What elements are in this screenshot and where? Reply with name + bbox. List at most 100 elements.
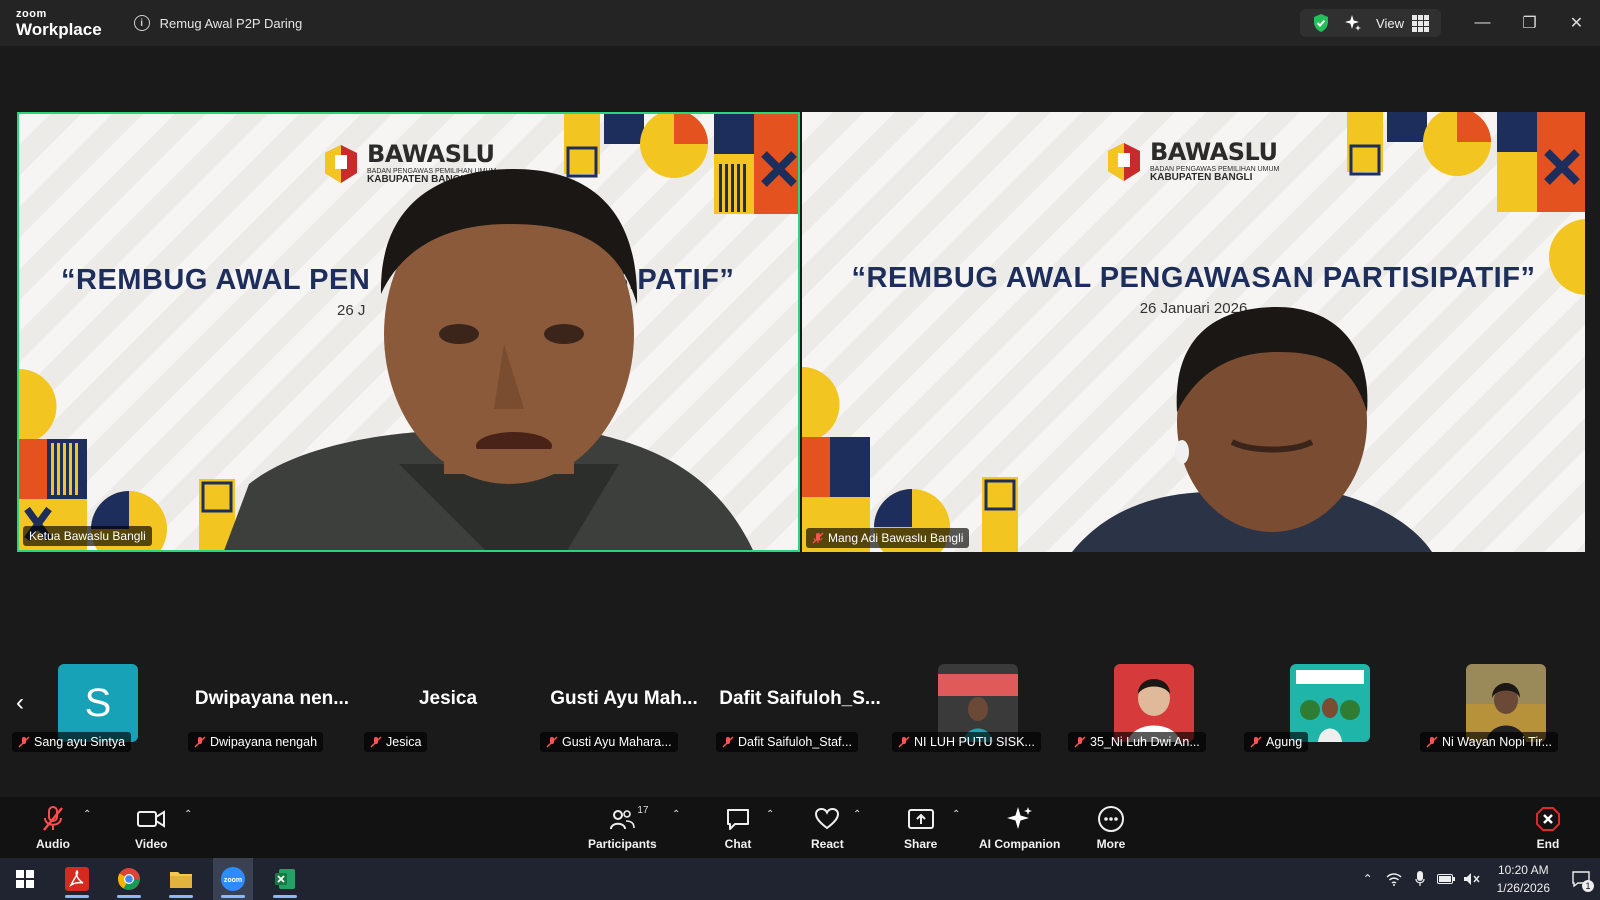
participant-filmstrip: ‹ S Sang ayu Sintya Dwipayana nen... Dwi… [0, 660, 1600, 760]
zoom-workplace-logo: zoom Workplace [16, 7, 102, 39]
banner-decoration [802, 367, 1018, 552]
video-camera-icon [136, 805, 166, 833]
video-options-caret[interactable]: ⌃ [184, 809, 196, 820]
battery-icon[interactable] [1436, 870, 1455, 888]
view-label: View [1376, 15, 1404, 31]
participant-tile[interactable]: Dwipayana nen... Dwipayana nengah [188, 664, 356, 756]
ai-sparkle-icon [1005, 805, 1035, 833]
participant-label: NI LUH PUTU SISK... [892, 732, 1041, 752]
participant-video-thumb [1114, 664, 1194, 742]
participant-video-thumb [938, 664, 1018, 742]
clock-date: 1/26/2026 [1496, 881, 1550, 895]
wifi-icon[interactable] [1385, 870, 1403, 888]
muted-mic-icon [1426, 736, 1438, 748]
org-region: KABUPATEN BANGLI [1150, 172, 1253, 183]
participant-name: Mang Adi Bawaslu Bangli [828, 531, 964, 545]
org-name: BAWASLU [1150, 138, 1278, 166]
video-name-tag: Mang Adi Bawaslu Bangli [806, 528, 970, 548]
org-name: BAWASLU [367, 140, 495, 168]
video-tile[interactable]: BAWASLU BADAN PENGAWAS PEMILIHAN UMUM KA… [802, 112, 1585, 552]
muted-mic-icon [898, 736, 910, 748]
heart-icon [812, 805, 842, 833]
shield-check-icon[interactable] [1312, 13, 1330, 33]
muted-mic-icon [18, 736, 30, 748]
chat-options-caret[interactable]: ⌃ [766, 809, 778, 820]
participant-label: 35_Ni Luh Dwi An... [1068, 732, 1206, 752]
muted-mic-icon [194, 736, 206, 748]
microphone-icon[interactable] [1411, 870, 1429, 888]
chevron-up-icon[interactable]: ⌃ [1359, 870, 1377, 888]
audio-options-caret[interactable]: ⌃ [83, 809, 95, 820]
participant-display-name: Dwipayana nen... [194, 688, 350, 709]
audio-button[interactable]: Audio [36, 805, 70, 851]
participant-video-thumb [1466, 664, 1546, 742]
grid-icon [1412, 14, 1429, 32]
close-button[interactable]: ✕ [1553, 0, 1600, 46]
start-button[interactable] [5, 858, 45, 900]
security-pill[interactable]: View [1300, 9, 1441, 37]
participants-count: 17 [637, 805, 649, 816]
react-options-caret[interactable]: ⌃ [853, 809, 865, 820]
volume-muted-icon[interactable] [1463, 870, 1481, 888]
share-button[interactable]: Share [904, 805, 937, 851]
react-button[interactable]: React [811, 805, 844, 851]
participant-name: Ketua Bawaslu Bangli [29, 529, 146, 543]
video-button[interactable]: Video [135, 805, 167, 851]
taskbar-acrobat[interactable] [57, 858, 97, 900]
brand-large: Workplace [16, 19, 102, 39]
meeting-info[interactable]: i Remug Awal P2P Daring [133, 15, 302, 31]
more-button[interactable]: More [1096, 805, 1126, 851]
participant-label: Gusti Ayu Mahara... [540, 732, 678, 752]
taskbar-file-explorer[interactable] [161, 858, 201, 900]
participant-tile[interactable]: Gusti Ayu Mah... Gusti Ayu Mahara... [540, 664, 708, 756]
chat-button[interactable]: Chat [723, 805, 753, 851]
participant-display-name: Jesica [418, 688, 478, 709]
view-button[interactable]: View [1376, 14, 1429, 32]
clock-time: 10:20 AM [1497, 863, 1549, 877]
windows-logo-icon [16, 870, 34, 888]
notification-icon[interactable]: 1 [1572, 870, 1594, 892]
participants-button[interactable]: 17 Participants [588, 805, 657, 851]
restore-button[interactable]: ❐ [1506, 0, 1553, 46]
participant-tile[interactable]: S Sang ayu Sintya [12, 664, 180, 756]
meeting-toolbar: Audio ⌃ Video ⌃ 17 Participants ⌃ Chat ⌃… [0, 797, 1600, 858]
muted-mic-icon [370, 736, 382, 748]
ai-sparkle-icon[interactable] [1344, 14, 1362, 32]
participant-video-person [1072, 307, 1432, 552]
share-options-caret[interactable]: ⌃ [952, 809, 964, 820]
taskbar-excel[interactable] [265, 858, 305, 900]
system-clock[interactable]: 10:20 AM 1/26/2026 [1497, 861, 1550, 897]
brand-small: zoom [16, 7, 47, 20]
participants-options-caret[interactable]: ⌃ [672, 809, 684, 820]
muted-mic-icon [546, 736, 558, 748]
end-meeting-button[interactable]: End [1533, 805, 1563, 851]
participant-tile[interactable]: Ni Wayan Nopi Tir... [1420, 664, 1588, 756]
excel-icon [275, 869, 295, 889]
more-options-icon [1096, 805, 1126, 833]
pdf-app-icon [65, 867, 89, 891]
participant-tile[interactable]: Agung [1244, 664, 1412, 756]
video-tile-active-speaker[interactable]: BAWASLU BADAN PENGAWAS PEMILIHAN UMUM KA… [17, 112, 800, 552]
participant-avatar: S [58, 664, 138, 742]
participant-tile[interactable]: Jesica Jesica [364, 664, 532, 756]
title-bar: zoom Workplace i Remug Awal P2P Daring V… [0, 0, 1600, 46]
chat-bubble-icon [723, 805, 753, 833]
video-stage: BAWASLU BADAN PENGAWAS PEMILIHAN UMUM KA… [0, 46, 1600, 646]
taskbar-zoom[interactable]: zoom [213, 858, 253, 900]
participant-tile[interactable]: Dafit Saifuloh_S... Dafit Saifuloh_Staf.… [716, 664, 884, 756]
participant-tile[interactable]: 35_Ni Luh Dwi An... [1068, 664, 1236, 756]
participant-tile[interactable]: NI LUH PUTU SISK... [892, 664, 1060, 756]
ai-companion-button[interactable]: AI Companion [979, 805, 1060, 851]
participant-label: Dwipayana nengah [188, 732, 324, 752]
taskbar-chrome[interactable] [109, 858, 149, 900]
banner-title: “REMBUG AWAL PENGAWASAN PARTISIPATIF” [851, 262, 1536, 294]
banner-decoration [1347, 112, 1585, 212]
info-icon[interactable]: i [133, 15, 150, 31]
share-screen-icon [906, 805, 936, 833]
zoom-app-icon: zoom [221, 867, 245, 891]
participants-icon: 17 [607, 805, 648, 833]
minimize-button[interactable]: — [1459, 0, 1506, 46]
participant-label: Ni Wayan Nopi Tir... [1420, 732, 1558, 752]
folder-icon [170, 872, 192, 888]
participant-label: Jesica [364, 732, 428, 752]
